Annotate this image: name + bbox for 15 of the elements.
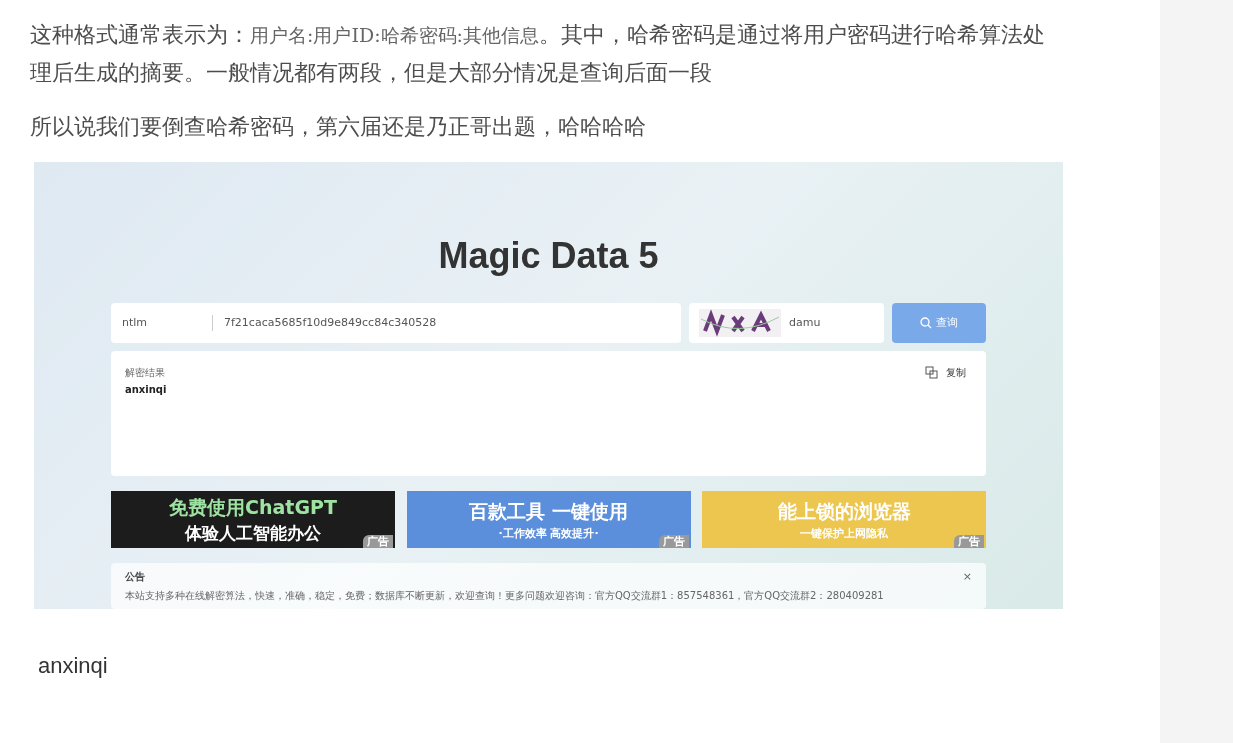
notice-text: 本站支持多种在线解密算法，快速，准确，稳定，免费；数据库不断更新，欢迎查询！更多问题欢迎咨询：官方QQ交流群1：857548361，官方QQ交流群2：280409281 xyxy=(125,588,885,603)
result-value: anxinqi xyxy=(125,383,168,398)
ad-banner[interactable]: 免费使用ChatGPT 体验人工智能办公 广告 xyxy=(111,491,395,549)
site-title: Magic Data 5 xyxy=(438,234,659,278)
notice-title: 公告 xyxy=(125,570,145,585)
result-label: 解密结果 xyxy=(125,366,165,381)
paragraph: 所以说我们要倒查哈希密码，第六届还是乃正哥出题，哈哈哈哈 xyxy=(30,113,647,141)
copy-button[interactable]: 复制 xyxy=(925,365,966,381)
hash-input-field[interactable]: ntlm 7f21caca5685f10d9e849cc84c340528 xyxy=(111,303,681,344)
search-icon xyxy=(920,317,932,330)
paragraph: 这种格式通常表示为：用户名:用户ID:哈希密码:其他信息。其中，哈希密码是通过将用户密码进行哈希算法处理后生成的摘要。一般情况都有两段，但是大部分情况是查询后面一段 xyxy=(30,21,1046,87)
close-button[interactable]: × xyxy=(962,569,972,586)
captcha-input-field[interactable]: damu xyxy=(789,314,821,332)
result-text: anxinqi xyxy=(38,652,109,680)
copy-icon xyxy=(925,366,938,380)
